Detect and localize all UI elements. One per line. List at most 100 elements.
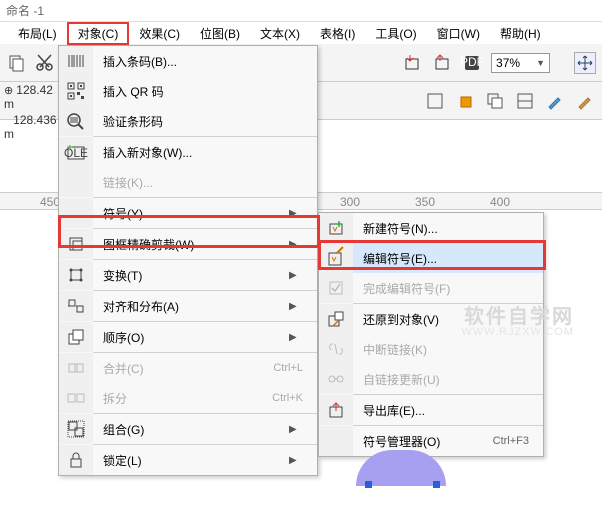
shape1-icon[interactable] <box>424 90 446 112</box>
menu-item-label: 变换(T) <box>93 267 289 284</box>
menu-item-label: 组合(G) <box>93 421 289 438</box>
menu-effect[interactable]: 效果(C) <box>129 23 190 44</box>
menu-item-0[interactable]: 插入条码(B)... <box>59 46 317 76</box>
order-icon <box>59 322 93 352</box>
shape3-icon[interactable] <box>484 90 506 112</box>
scissors-icon[interactable] <box>34 52 56 74</box>
pdf-icon[interactable]: PDF <box>461 52 483 74</box>
zoom-combo[interactable]: 37% ▼ <box>491 53 550 73</box>
menu-item-18: 拆分Ctrl+K <box>59 383 317 413</box>
menu-item-5: 链接(K)... <box>59 167 317 197</box>
new_symbol-icon <box>319 213 353 243</box>
menu-item-label: 拆分 <box>93 390 272 407</box>
import-icon[interactable] <box>401 52 423 74</box>
menu-text[interactable]: 文本(X) <box>250 23 310 44</box>
menu-item-label: 顺序(O) <box>93 329 289 346</box>
menu-item-label: 插入条码(B)... <box>93 53 303 70</box>
pan-icon[interactable] <box>574 52 596 74</box>
symbol-item-label: 完成编辑符号(F) <box>353 280 529 297</box>
symbol-item-6: 自链接更新(U) <box>319 364 543 394</box>
menu-item-11[interactable]: 变换(T)▶ <box>59 260 317 290</box>
done_symbol-icon <box>319 273 353 303</box>
coord-x: ⊕ 128.42 m <box>0 82 60 112</box>
lock-icon <box>59 445 93 475</box>
symbol-item-8[interactable]: 导出库(E)... <box>319 395 543 425</box>
svg-text:PDF: PDF <box>460 55 484 69</box>
toolbar-left <box>6 52 56 74</box>
menu-item-label: 锁定(L) <box>93 452 289 469</box>
watermark-url: WWW.RJZXW.COM <box>461 326 574 338</box>
submenu-arrow-icon: ▶ <box>289 270 303 281</box>
menu-item-15[interactable]: 顺序(O)▶ <box>59 322 317 352</box>
symbol-item-10[interactable]: 符号管理器(O)Ctrl+F3 <box>319 426 543 456</box>
split-icon <box>59 383 93 413</box>
break_link-icon <box>319 334 353 364</box>
menu-item-label: 链接(K)... <box>93 174 303 191</box>
symbol-item-5: 中断链接(K) <box>319 334 543 364</box>
menu-item-4[interactable]: OLE 插入新对象(W)... <box>59 137 317 167</box>
menu-bitmap[interactable]: 位图(B) <box>190 23 250 44</box>
menu-item-20[interactable]: 组合(G)▶ <box>59 414 317 444</box>
shortcut: Ctrl+K <box>272 392 303 404</box>
chevron-down-icon: ▼ <box>536 58 545 68</box>
coord-y: 128.436 m <box>0 112 60 142</box>
eyedrop2-icon[interactable] <box>574 90 596 112</box>
zoom-value: 37% <box>496 56 520 70</box>
menu-item-13[interactable]: 对齐和分布(A)▶ <box>59 291 317 321</box>
ole-icon: OLE <box>59 137 93 167</box>
shape2-icon[interactable] <box>454 90 476 112</box>
shape4-icon[interactable] <box>514 90 536 112</box>
eyedrop1-icon[interactable] <box>544 90 566 112</box>
export-icon[interactable] <box>431 52 453 74</box>
selection-handle[interactable] <box>365 481 372 488</box>
highlight-edit-symbol <box>318 240 546 270</box>
selection-handle[interactable] <box>433 481 440 488</box>
menu-object[interactable]: 对象(C) <box>67 22 130 45</box>
menu-item-label: 合并(C) <box>93 360 273 377</box>
menu-window[interactable]: 窗口(W) <box>427 23 490 44</box>
revert-icon <box>319 304 353 334</box>
barcode-icon <box>59 46 93 76</box>
menu-item-label: 对齐和分布(A) <box>93 298 289 315</box>
menu-item-label: 插入新对象(W)... <box>93 144 303 161</box>
menu-table[interactable]: 表格(I) <box>310 23 365 44</box>
copy-icon[interactable] <box>6 52 28 74</box>
symbol-item-label: 导出库(E)... <box>353 402 529 419</box>
submenu-arrow-icon: ▶ <box>289 455 303 466</box>
menu-item-2[interactable]: 验证条形码 <box>59 106 317 136</box>
property-bar-left: ⊕ 128.42 m 128.436 m <box>0 82 60 142</box>
menu-icon <box>59 167 93 197</box>
menu-item-label: 插入 QR 码 <box>93 83 303 100</box>
verify-icon <box>59 106 93 136</box>
transform-icon <box>59 260 93 290</box>
symbol-item-label: 自链接更新(U) <box>353 371 529 388</box>
menu-bar: 布局(L) 对象(C) 效果(C) 位图(B) 文本(X) 表格(I) 工具(O… <box>0 22 602 44</box>
symbol-item-label: 还原到对象(V) <box>353 311 529 328</box>
menu-icon <box>319 426 353 456</box>
menu-item-1[interactable]: 插入 QR 码 <box>59 76 317 106</box>
qr-icon <box>59 76 93 106</box>
shortcut: Ctrl+F3 <box>493 435 529 447</box>
merge-icon <box>59 353 93 383</box>
menu-tools[interactable]: 工具(O) <box>365 23 426 44</box>
symbol-item-label: 中断链接(K) <box>353 341 529 358</box>
symbol-item-0[interactable]: 新建符号(N)... <box>319 213 543 243</box>
menu-layout[interactable]: 布局(L) <box>8 23 67 44</box>
menu-help[interactable]: 帮助(H) <box>490 23 551 44</box>
self_link-icon <box>319 364 353 394</box>
shortcut: Ctrl+L <box>273 362 303 374</box>
menu-item-22[interactable]: 锁定(L)▶ <box>59 445 317 475</box>
symbol-item-label: 符号管理器(O) <box>353 433 493 450</box>
svg-text:OLE: OLE <box>64 146 88 160</box>
submenu-arrow-icon: ▶ <box>289 301 303 312</box>
align-icon <box>59 291 93 321</box>
symbol-item-2: 完成编辑符号(F) <box>319 273 543 303</box>
group-icon <box>59 414 93 444</box>
menu-item-17: 合并(C)Ctrl+L <box>59 353 317 383</box>
object-dropdown: 插入条码(B)... 插入 QR 码验证条形码 OLE 插入新对象(W)... 链接(K… <box>58 45 318 476</box>
window-title: 命名 -1 <box>0 0 602 22</box>
highlight-symbol-row <box>58 215 320 248</box>
symbol-item-label: 新建符号(N)... <box>353 220 529 237</box>
submenu-arrow-icon: ▶ <box>289 424 303 435</box>
export_lib-icon <box>319 395 353 425</box>
